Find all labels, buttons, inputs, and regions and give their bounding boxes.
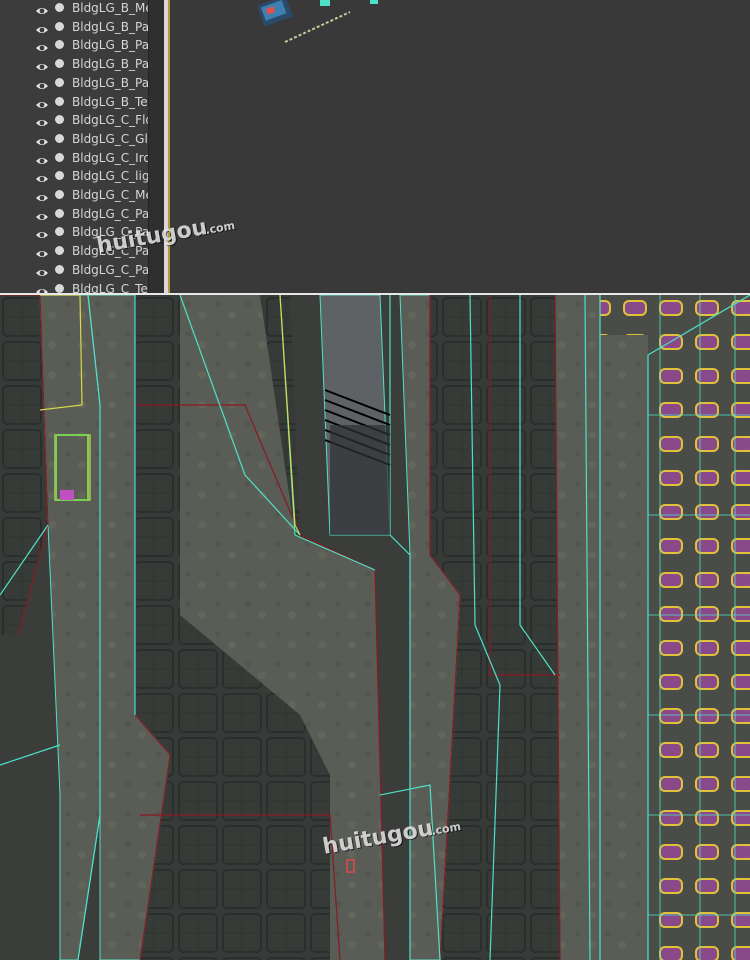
- watermark-suffix: .com: [430, 819, 462, 838]
- outliner-row[interactable]: BldgLG_B_Pa: [0, 55, 164, 74]
- visibility-eye-icon[interactable]: [35, 77, 49, 89]
- visibility-eye-icon[interactable]: [35, 208, 49, 220]
- facade-trim: [598, 335, 648, 960]
- outliner-row[interactable]: BldgLG_B_Pa: [0, 74, 164, 93]
- visibility-eye-icon[interactable]: [35, 2, 49, 14]
- render-toggle-icon[interactable]: [55, 227, 64, 237]
- outliner-item-label: BldgLG_C_Flo: [72, 113, 153, 128]
- visibility-eye-icon[interactable]: [35, 39, 49, 52]
- outliner-item-label: BldgLG_C_Iro: [72, 150, 151, 165]
- outliner-item-label: BldgLG_B_Pa: [72, 75, 150, 90]
- visibility-eye-icon[interactable]: [35, 283, 49, 293]
- visibility-eye-icon[interactable]: [35, 152, 49, 164]
- render-toggle-icon[interactable]: [55, 152, 64, 162]
- distant-building-thumbnail: [257, 0, 378, 43]
- visibility-eye-icon[interactable]: [35, 264, 49, 276]
- render-toggle-icon[interactable]: [55, 208, 64, 218]
- outliner-item-label: BldgLG_C_Te: [72, 281, 148, 294]
- outliner-row[interactable]: BldgLG_C_Gl: [0, 130, 164, 149]
- render-toggle-icon[interactable]: [55, 171, 64, 181]
- outliner-item-label: BldgLG_C_Me: [72, 188, 153, 202]
- outliner-row[interactable]: BldgLG_C_Iro: [0, 149, 164, 168]
- outliner-row[interactable]: BldgLG_C_Flo: [0, 111, 164, 130]
- render-toggle-icon[interactable]: [55, 21, 64, 31]
- render-toggle-icon[interactable]: [55, 40, 64, 50]
- outliner-row[interactable]: BldgLG_C_lig: [0, 167, 164, 186]
- render-toggle-icon[interactable]: [55, 283, 64, 293]
- top-panel: BldgLG_B_Me BldgLG_B_Pa BldgLG_B_Pa BldgLG_…: [0, 0, 750, 293]
- visibility-eye-icon[interactable]: [35, 96, 49, 108]
- preview-canvas: [257, 0, 378, 43]
- wireframe-scene: [0, 295, 750, 960]
- render-toggle-icon[interactable]: [55, 133, 64, 143]
- render-toggle-icon[interactable]: [55, 115, 64, 125]
- outliner-item-label: BldgLG_B_Pa: [72, 19, 150, 34]
- watermark-suffix: .com: [204, 218, 236, 237]
- render-toggle-icon[interactable]: [55, 3, 64, 12]
- outliner-item-label: BldgLG_C_Pa: [72, 262, 150, 277]
- visibility-eye-icon[interactable]: [35, 170, 49, 183]
- outliner-row[interactable]: BldgLG_B_Te: [0, 93, 164, 112]
- outliner-item-label: BldgLG_B_Pa: [72, 57, 150, 72]
- outliner-item-label: BldgLG_B_Te: [72, 94, 148, 109]
- render-toggle-icon[interactable]: [55, 190, 64, 199]
- outliner-item-label: BldgLG_C_Gl: [72, 131, 148, 146]
- visibility-eye-icon[interactable]: [35, 58, 49, 71]
- visibility-eye-icon[interactable]: [35, 245, 49, 258]
- viewport-preview[interactable]: [170, 0, 750, 293]
- outliner-row[interactable]: BldgLG_B_Pa: [0, 36, 164, 55]
- visibility-eye-icon[interactable]: [35, 133, 49, 145]
- outliner-row[interactable]: BldgLG_C_Me: [0, 186, 164, 205]
- visibility-eye-icon[interactable]: [35, 189, 49, 201]
- outliner-item-label: BldgLG_C_Pa: [72, 206, 150, 221]
- visibility-eye-icon[interactable]: [35, 114, 49, 127]
- outliner-row[interactable]: BldgLG_B_Me: [0, 0, 164, 18]
- render-toggle-icon[interactable]: [55, 96, 64, 106]
- render-toggle-icon[interactable]: [55, 77, 64, 87]
- outliner-item-label: BldgLG_C_lig: [72, 169, 150, 184]
- visibility-eye-icon[interactable]: [35, 226, 49, 239]
- outliner-item-label: BldgLG_B_Me: [72, 1, 153, 15]
- outliner-row[interactable]: BldgLG_B_Pa: [0, 18, 164, 37]
- 3d-viewport[interactable]: huitugou.com: [0, 295, 750, 960]
- render-toggle-icon[interactable]: [55, 264, 64, 274]
- render-toggle-icon[interactable]: [55, 59, 64, 69]
- outliner-row[interactable]: BldgLG_C_Pa: [0, 261, 164, 280]
- outliner-row[interactable]: BldgLG_C_Pa: [0, 205, 164, 224]
- visibility-eye-icon[interactable]: [35, 21, 49, 33]
- right-side-wall: [555, 295, 600, 960]
- outliner-row[interactable]: BldgLG_C_Te: [0, 280, 164, 294]
- outliner-item-label: BldgLG_B_Pa: [72, 38, 150, 53]
- render-toggle-icon[interactable]: [55, 246, 64, 256]
